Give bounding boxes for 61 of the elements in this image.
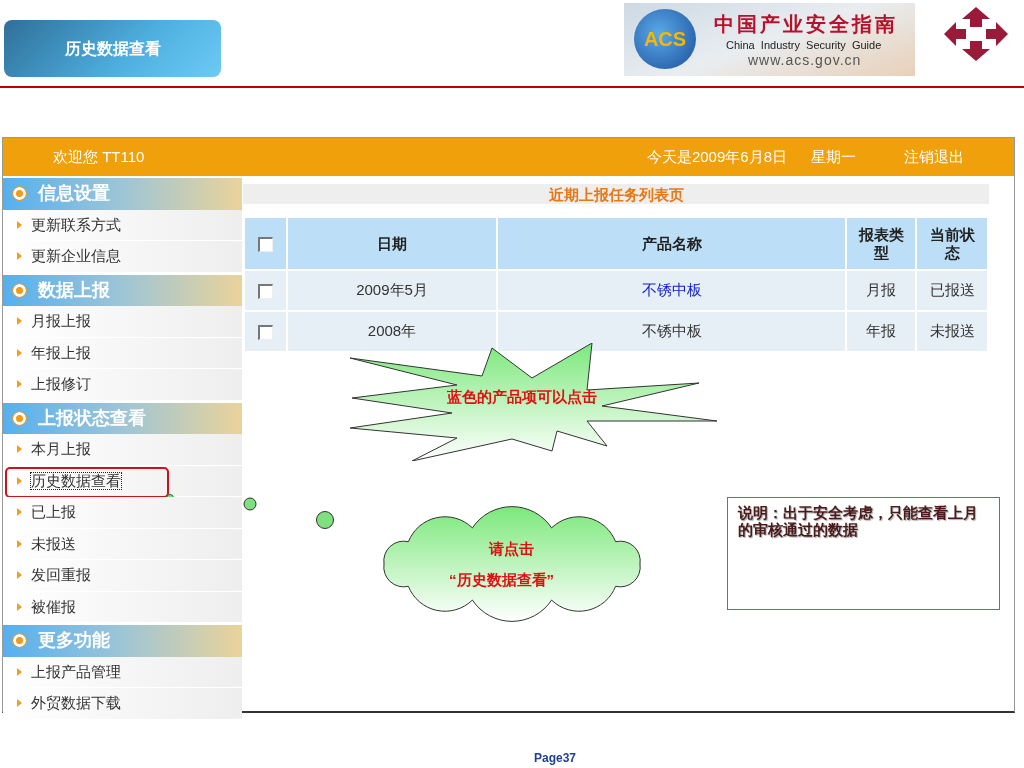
logo-url: www.acs.gov.cn bbox=[748, 51, 862, 70]
callout-text: 蓝色的产品项可以点击 bbox=[447, 387, 597, 407]
arrow-bullet-icon bbox=[17, 539, 22, 548]
arrow-bullet-icon bbox=[17, 476, 22, 485]
logo-subtitle: China Industry Security Guide bbox=[726, 38, 882, 53]
arrow-bullet-icon bbox=[17, 252, 22, 261]
date-text: 今天是2009年6月8日 bbox=[646, 146, 787, 167]
table-cell: 未报送 bbox=[916, 311, 988, 352]
checkbox[interactable] bbox=[258, 324, 273, 340]
sidebar-section-title: 上报状态查看 bbox=[38, 406, 146, 430]
table-cell: 月报 bbox=[846, 270, 916, 311]
sidebar-item[interactable]: 月报上报 bbox=[30, 312, 92, 331]
table-cell: 不锈中板 bbox=[641, 322, 702, 340]
expand-circle-icon bbox=[13, 187, 26, 201]
column-header: 日期 bbox=[287, 217, 497, 270]
arrow-bullet-icon bbox=[17, 602, 22, 611]
globe-badge: ACS bbox=[634, 9, 696, 69]
table-cell: 已报送 bbox=[916, 270, 988, 311]
sidebar-item[interactable]: 发回重报 bbox=[30, 566, 92, 585]
list-title: 近期上报任务列表页 bbox=[243, 184, 989, 204]
logo-title: 中国产业安全指南 bbox=[714, 12, 898, 37]
weekday-text: 星期一 bbox=[811, 146, 856, 167]
thought-bubble-dot bbox=[243, 497, 257, 511]
arrow-bullet-icon bbox=[17, 317, 22, 326]
arrow-bullet-icon bbox=[17, 508, 22, 517]
column-header: 产品名称 bbox=[497, 217, 846, 270]
arrow-bullet-icon bbox=[17, 348, 22, 357]
arrow-bullet-icon bbox=[17, 667, 22, 676]
sidebar-item[interactable]: 未报送 bbox=[30, 534, 77, 553]
arrow-bullet-icon bbox=[17, 445, 22, 454]
arrow-bullet-icon bbox=[17, 699, 22, 708]
sidebar-item[interactable]: 上报修订 bbox=[30, 375, 92, 394]
page-number: Page37 bbox=[534, 750, 577, 767]
sidebar-item[interactable]: 历史数据查看 bbox=[30, 471, 122, 490]
expand-circle-icon bbox=[13, 634, 26, 648]
note-box: 说明：出于安全考虑，只能查看上月的审核通过的数据 bbox=[727, 497, 1000, 610]
expand-circle-icon bbox=[13, 411, 26, 425]
arrows-logo-icon bbox=[944, 7, 1008, 61]
product-link[interactable]: 不锈中板 bbox=[641, 281, 702, 299]
thought-bubble-dot bbox=[316, 511, 334, 529]
column-header: 当前状态 bbox=[916, 217, 988, 270]
checkbox[interactable] bbox=[258, 283, 273, 299]
expand-circle-icon bbox=[13, 283, 26, 297]
column-header: 报表类型 bbox=[846, 217, 916, 270]
sidebar-item[interactable]: 本月上报 bbox=[30, 440, 92, 459]
callout-text: “历史数据查看” bbox=[449, 570, 554, 590]
table-cell: 年报 bbox=[846, 311, 916, 352]
table-cell: 2008年 bbox=[287, 311, 497, 352]
checkbox[interactable] bbox=[258, 237, 273, 253]
sidebar-section-title: 信息设置 bbox=[38, 182, 110, 206]
arrow-bullet-icon bbox=[17, 220, 22, 229]
sidebar-item[interactable]: 已上报 bbox=[30, 503, 77, 522]
callout-text: 请点击 bbox=[489, 539, 534, 559]
sidebar-section-title: 更多功能 bbox=[38, 629, 110, 653]
table-cell: 2009年5月 bbox=[287, 270, 497, 311]
sidebar-section-title: 数据上报 bbox=[38, 278, 110, 302]
welcome-text: 欢迎您 TT110 bbox=[53, 146, 145, 167]
sidebar-item[interactable]: 年报上报 bbox=[30, 343, 92, 362]
arrow-bullet-icon bbox=[17, 571, 22, 580]
arrow-bullet-icon bbox=[17, 380, 22, 389]
sidebar-item[interactable]: 被催报 bbox=[30, 597, 77, 616]
